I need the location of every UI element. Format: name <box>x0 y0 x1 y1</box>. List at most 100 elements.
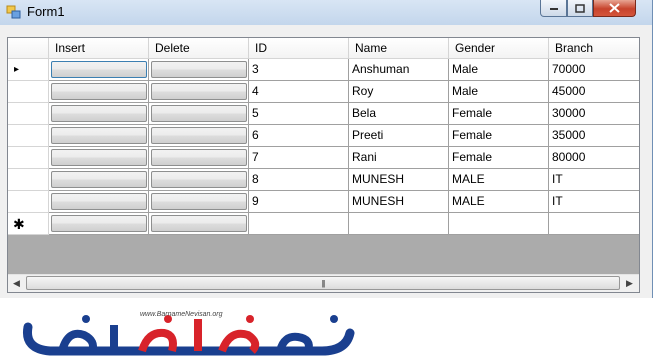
delete-row-button[interactable] <box>151 171 247 188</box>
insert-row-button[interactable] <box>51 127 147 144</box>
column-header-delete[interactable]: Delete <box>149 38 249 59</box>
cell-gender[interactable]: Female <box>449 103 549 125</box>
grid-header-row: Insert Delete ID Name Gender Branch <box>8 38 639 60</box>
cell-name[interactable]: MUNESH <box>349 191 449 213</box>
cell-branch[interactable]: IT <box>549 191 639 213</box>
cell-id[interactable]: 5 <box>249 103 349 125</box>
cell-insert <box>49 59 149 81</box>
column-header-id[interactable]: ID <box>249 38 349 59</box>
scroll-left-button[interactable]: ◀ <box>8 275 25 292</box>
maximize-button[interactable] <box>567 0 593 17</box>
cell-gender[interactable]: Male <box>449 59 549 81</box>
cell-branch[interactable]: 30000 <box>549 103 639 125</box>
cell-gender[interactable]: Male <box>449 81 549 103</box>
restore-icon <box>575 3 585 13</box>
close-button[interactable] <box>593 0 636 17</box>
table-row[interactable]: ▸ 3 Anshuman Male 70000 <box>8 59 639 81</box>
cell-branch[interactable] <box>549 213 639 235</box>
delete-row-button[interactable] <box>151 149 247 166</box>
logo-url-text: www.BarnameNevisan.org <box>140 311 223 318</box>
insert-row-button[interactable] <box>51 149 147 166</box>
cell-insert <box>49 103 149 125</box>
cell-delete <box>149 81 249 103</box>
cell-gender[interactable] <box>449 213 549 235</box>
insert-row-button[interactable] <box>51 83 147 100</box>
form-client-area: Insert Delete ID Name Gender Branch ▸ 3 An… <box>0 25 652 298</box>
data-grid-view[interactable]: Insert Delete ID Name Gender Branch ▸ 3 An… <box>7 37 640 293</box>
scroll-grip-icon: ||| <box>321 278 325 288</box>
column-header-branch[interactable]: Branch <box>549 38 639 59</box>
cell-name[interactable]: Rani <box>349 147 449 169</box>
table-row[interactable]: 9 MUNESH MALE IT <box>8 191 639 213</box>
cell-name[interactable]: Anshuman <box>349 59 449 81</box>
row-header[interactable] <box>8 147 49 169</box>
column-header-name[interactable]: Name <box>349 38 449 59</box>
cell-branch[interactable]: 80000 <box>549 147 639 169</box>
cell-branch[interactable]: 45000 <box>549 81 639 103</box>
arrow-right-icon: ▶ <box>626 278 633 288</box>
delete-row-button[interactable] <box>151 193 247 210</box>
scroll-right-button[interactable]: ▶ <box>621 275 638 292</box>
cell-id[interactable] <box>249 213 349 235</box>
cell-gender[interactable]: MALE <box>449 191 549 213</box>
table-row[interactable]: 4 Roy Male 45000 <box>8 81 639 103</box>
cell-name[interactable]: Roy <box>349 81 449 103</box>
title-bar[interactable]: Form1 <box>0 0 652 25</box>
cell-id[interactable]: 4 <box>249 81 349 103</box>
insert-row-button[interactable] <box>51 171 147 188</box>
insert-row-button[interactable] <box>51 61 147 78</box>
delete-row-button[interactable] <box>151 61 247 78</box>
arrow-left-icon: ◀ <box>13 278 20 288</box>
cell-insert <box>49 147 149 169</box>
cell-id[interactable]: 8 <box>249 169 349 191</box>
delete-row-button[interactable] <box>151 105 247 122</box>
cell-name[interactable]: Bela <box>349 103 449 125</box>
current-row-arrow-icon: ▸ <box>14 64 20 75</box>
insert-row-button[interactable] <box>51 105 147 122</box>
row-header[interactable]: ▸ <box>8 59 49 81</box>
app-icon <box>6 5 21 19</box>
horizontal-scrollbar[interactable]: ◀ ||| ▶ <box>8 274 639 292</box>
row-header[interactable] <box>8 191 49 213</box>
cell-branch[interactable]: 35000 <box>549 125 639 147</box>
cell-delete <box>149 169 249 191</box>
cell-insert <box>49 191 149 213</box>
table-row[interactable]: 5 Bela Female 30000 <box>8 103 639 125</box>
new-row[interactable]: ✱ <box>8 213 639 235</box>
insert-row-button[interactable] <box>51 215 147 232</box>
table-row[interactable]: 8 MUNESH MALE IT <box>8 169 639 191</box>
delete-row-button[interactable] <box>151 83 247 100</box>
delete-row-button[interactable] <box>151 215 247 232</box>
cell-name[interactable] <box>349 213 449 235</box>
barnamenevisan-logo: www.BarnameNevisan.org <box>22 311 355 356</box>
minimize-icon <box>549 8 558 10</box>
minimize-button[interactable] <box>540 0 567 17</box>
cell-id[interactable]: 3 <box>249 59 349 81</box>
scrollbar-thumb[interactable]: ||| <box>26 276 620 290</box>
column-header-gender[interactable]: Gender <box>449 38 549 59</box>
row-header[interactable] <box>8 103 49 125</box>
cell-delete <box>149 213 249 235</box>
column-header-insert[interactable]: Insert <box>49 38 149 59</box>
table-row[interactable]: 7 Rani Female 80000 <box>8 147 639 169</box>
cell-gender[interactable]: MALE <box>449 169 549 191</box>
cell-id[interactable]: 9 <box>249 191 349 213</box>
cell-gender[interactable]: Female <box>449 147 549 169</box>
cell-gender[interactable]: Female <box>449 125 549 147</box>
cell-delete <box>149 125 249 147</box>
row-header[interactable] <box>8 169 49 191</box>
cell-name[interactable]: MUNESH <box>349 169 449 191</box>
row-header[interactable]: ✱ <box>8 213 49 235</box>
row-header-corner[interactable] <box>8 38 49 59</box>
form1-window: Form1 Insert Delete ID Name Gender Branc… <box>0 0 653 298</box>
row-header[interactable] <box>8 125 49 147</box>
cell-id[interactable]: 6 <box>249 125 349 147</box>
table-row[interactable]: 6 Preeti Female 35000 <box>8 125 639 147</box>
cell-name[interactable]: Preeti <box>349 125 449 147</box>
row-header[interactable] <box>8 81 49 103</box>
cell-id[interactable]: 7 <box>249 147 349 169</box>
delete-row-button[interactable] <box>151 127 247 144</box>
cell-branch[interactable]: 70000 <box>549 59 639 81</box>
cell-branch[interactable]: IT <box>549 169 639 191</box>
insert-row-button[interactable] <box>51 193 147 210</box>
